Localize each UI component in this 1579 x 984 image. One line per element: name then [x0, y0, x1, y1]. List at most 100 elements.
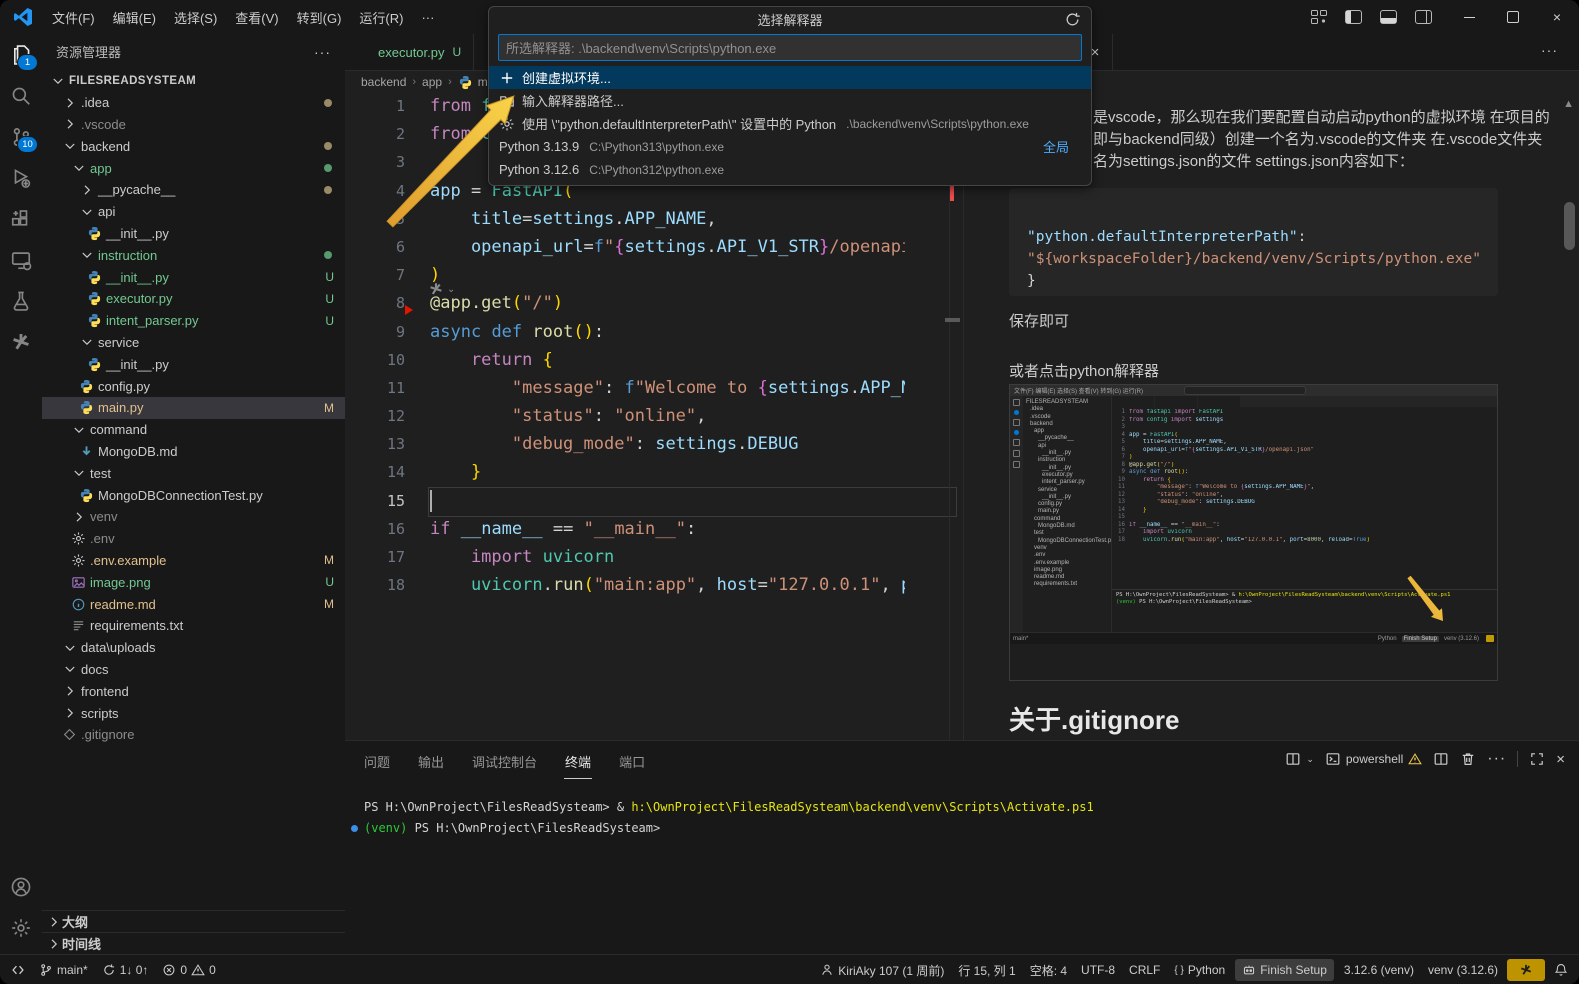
section-大纲[interactable]: 大纲	[42, 910, 345, 932]
status-git-sync[interactable]: 1↓ 0↑	[95, 959, 156, 981]
panel-tab-问题[interactable]: 问题	[363, 743, 391, 779]
activity-accounts[interactable]	[0, 866, 42, 907]
menu-g[interactable]: 转到(G)	[288, 4, 351, 31]
status-problems[interactable]: 00	[155, 959, 222, 981]
status-remote-indicator[interactable]	[4, 959, 32, 981]
tree-item-scripts[interactable]: scripts	[42, 702, 345, 724]
toggle-panel-icon[interactable]	[1380, 10, 1397, 24]
launch-dropdown-icon[interactable]: ⌄	[1306, 754, 1314, 765]
tree-item-__pycache__[interactable]: __pycache__	[42, 179, 345, 201]
code-line-6[interactable]: 6 openapi_url=f"{settings.API_V1_STR}/op…	[345, 233, 963, 261]
status-language[interactable]: { }Python	[1167, 959, 1232, 981]
menu-e[interactable]: 编辑(E)	[104, 4, 165, 31]
picker-item-0[interactable]: 创建虚拟环境...	[489, 66, 1091, 89]
status-cursor-position[interactable]: 行 15, 列 1	[951, 959, 1022, 981]
preview-scrollbar-thumb[interactable]	[1564, 202, 1575, 250]
code-line-16[interactable]: 16if __name__ == "__main__":	[345, 515, 963, 543]
activity-testing[interactable]	[0, 280, 42, 321]
status-eol[interactable]: CRLF	[1122, 959, 1167, 981]
split-launch-icon[interactable]	[1285, 751, 1301, 767]
activity-remote-explorer[interactable]	[0, 239, 42, 280]
tree-item-executor.py[interactable]: executor.pyU	[42, 288, 345, 310]
tree-item-.env.example[interactable]: .env.exampleM	[42, 550, 345, 572]
tree-item-app[interactable]: app	[42, 157, 345, 179]
tree-item-intent_parser.py[interactable]: intent_parser.pyU	[42, 310, 345, 332]
breadcrumb-item[interactable]: backend	[361, 75, 406, 89]
tree-item-api[interactable]: api	[42, 201, 345, 223]
tab-executor-py[interactable]: executor.py U	[345, 34, 474, 70]
split-terminal-icon[interactable]	[1433, 751, 1449, 767]
tree-item-frontend[interactable]: frontend	[42, 680, 345, 702]
breadcrumb-item[interactable]: app	[422, 75, 442, 89]
tree-item-FILESREADSYSTEAM[interactable]: FILESREADSYSTEAM	[42, 70, 345, 92]
explorer-more-icon[interactable]: ···	[314, 44, 331, 60]
maximize-button[interactable]	[1491, 0, 1535, 34]
code-line-18[interactable]: 18 uvicorn.run("main:app", host="127.0.0…	[345, 571, 963, 599]
tree-item-backend[interactable]: backend	[42, 135, 345, 157]
picker-item-3[interactable]: Python 3.13.9C:\Python313\python.exe全局	[489, 135, 1091, 158]
status-extension-gold[interactable]	[1507, 959, 1545, 981]
tree-item-MongoDBConnectionTest.py[interactable]: MongoDBConnectionTest.py	[42, 484, 345, 506]
tree-item-service[interactable]: service	[42, 332, 345, 354]
tree-item-__init__.py[interactable]: __init__.pyU	[42, 266, 345, 288]
status-notifications[interactable]	[1547, 959, 1575, 981]
activity-run-debug[interactable]	[0, 157, 42, 198]
terminal-shell-item[interactable]: powershell	[1325, 751, 1422, 767]
tree-item-__init__.py[interactable]: __init__.py	[42, 353, 345, 375]
customize-layout-icon[interactable]	[1311, 10, 1327, 24]
panel-tab-端口[interactable]: 端口	[618, 743, 646, 779]
status-git-branch[interactable]: main*	[32, 959, 95, 981]
tree-item-.vscode[interactable]: .vscode	[42, 114, 345, 136]
tree-item-readme.md[interactable]: readme.mdM	[42, 593, 345, 615]
interpreter-input[interactable]: 所选解释器: .\backend\venv\Scripts\python.exe	[498, 34, 1082, 61]
command-decoration-dot[interactable]	[351, 825, 358, 832]
toggle-sidebar-icon[interactable]	[1345, 10, 1362, 24]
tree-item-.env[interactable]: .env	[42, 528, 345, 550]
scroll-up-icon[interactable]: ▲	[1563, 98, 1574, 110]
toggle-secondary-sidebar-icon[interactable]	[1415, 10, 1432, 24]
code-line-12[interactable]: 12 "status": "online",	[345, 402, 963, 430]
tree-item-data-uploads[interactable]: data\uploads	[42, 637, 345, 659]
tree-item-config.py[interactable]: config.py	[42, 375, 345, 397]
code-line-14[interactable]: 14 }	[345, 458, 963, 486]
code-line-5[interactable]: 5 title=settings.APP_NAME,	[345, 205, 963, 233]
menu-v[interactable]: 查看(V)	[226, 4, 287, 31]
picker-item-tag[interactable]: 全局	[1043, 137, 1081, 156]
picker-item-4[interactable]: Python 3.12.6C:\Python312\python.exe	[489, 158, 1091, 181]
section-时间线[interactable]: 时间线	[42, 932, 345, 954]
status-encoding[interactable]: UTF-8	[1074, 959, 1122, 981]
status-blame[interactable]: KiriAky 107 (1 周前)	[813, 959, 951, 981]
tree-item-MongoDB.md[interactable]: MongoDB.md	[42, 441, 345, 463]
tree-item-venv[interactable]: venv	[42, 506, 345, 528]
activity-source-control[interactable]: 10	[0, 116, 42, 157]
tree-item-instruction[interactable]: instruction	[42, 244, 345, 266]
preview-more-icon[interactable]: ···	[1541, 42, 1558, 58]
code-line-17[interactable]: 17 import uvicorn	[345, 543, 963, 571]
menu-[interactable]: ···	[412, 6, 443, 29]
refresh-icon[interactable]	[1064, 11, 1081, 28]
inline-chat-hint[interactable]: ⌄	[428, 281, 455, 297]
picker-item-2[interactable]: 使用 \"python.defaultInterpreterPath\" 设置中…	[489, 112, 1091, 135]
menu-r[interactable]: 运行(R)	[350, 4, 412, 31]
status-finish-setup[interactable]: Finish Setup	[1235, 959, 1334, 981]
tree-item-docs[interactable]: docs	[42, 659, 345, 681]
tree-item-main.py[interactable]: main.pyM	[42, 397, 345, 419]
activity-settings[interactable]	[0, 907, 42, 948]
code-line-10[interactable]: 10 return {	[345, 346, 963, 374]
tree-item-command[interactable]: command	[42, 419, 345, 441]
code-line-15[interactable]: 15	[345, 487, 963, 515]
code-line-13[interactable]: 13 "debug_mode": settings.DEBUG	[345, 430, 963, 458]
terminal-output[interactable]: PS H:\OwnProject\FilesReadSysteam> & h:\…	[345, 797, 1579, 839]
panel-more-icon[interactable]: ···	[1487, 750, 1506, 768]
maximize-panel-icon[interactable]	[1529, 751, 1545, 767]
tree-item-.gitignore[interactable]: .gitignore	[42, 724, 345, 746]
code-line-11[interactable]: 11 "message": f"Welcome to {settings.APP…	[345, 374, 963, 402]
tree-item-test[interactable]: test	[42, 462, 345, 484]
minimize-button[interactable]	[1447, 0, 1491, 34]
status-venv-version[interactable]: venv (3.12.6)	[1421, 959, 1505, 981]
close-window-button[interactable]: ×	[1535, 0, 1579, 34]
code-line-9[interactable]: 9async def root():	[345, 318, 963, 346]
activity-custom-extension[interactable]	[0, 321, 42, 362]
menu-s[interactable]: 选择(S)	[165, 4, 226, 31]
status-python-version[interactable]: 3.12.6 (venv)	[1337, 959, 1421, 981]
